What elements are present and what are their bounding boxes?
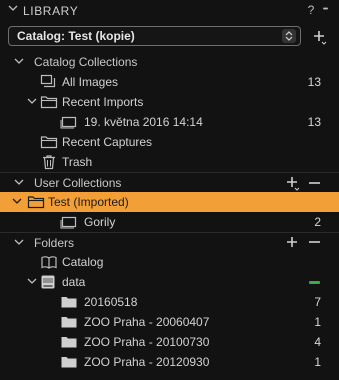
folder-label: data (62, 275, 86, 289)
drive-icon (41, 275, 55, 289)
collection-import-date[interactable]: 19. května 2016 14:14 13 (0, 112, 339, 132)
chevron-down-icon[interactable] (14, 177, 24, 187)
select-arrows-icon (282, 29, 296, 43)
chevron-down-icon[interactable] (27, 276, 37, 286)
collection-label: Recent Captures (62, 135, 153, 149)
folder-icon (61, 317, 77, 328)
chevron-down-icon[interactable] (8, 3, 18, 13)
folder-icon (61, 337, 77, 348)
album-icon (60, 116, 77, 129)
collection-label: Trash (62, 155, 93, 169)
folder-data[interactable]: data (0, 272, 339, 292)
remove-collection-button[interactable] (307, 175, 323, 191)
collection-recent-captures[interactable]: Recent Captures (0, 132, 339, 152)
folder-label: 20160518 (84, 295, 138, 309)
folders-actions (285, 235, 325, 251)
collection-label: 19. května 2016 14:14 (84, 115, 203, 129)
collection-label: Gorily (84, 215, 116, 229)
add-folder-button[interactable] (285, 235, 301, 251)
album-icon (60, 216, 77, 229)
collection-label: Recent Imports (62, 95, 144, 109)
section-folders[interactable]: Folders (0, 233, 339, 253)
add-catalog-button[interactable] (312, 27, 328, 45)
library-title: LIBRARY (23, 4, 79, 18)
collection-gorily[interactable]: Gorily 2 (0, 212, 339, 232)
image-count: 1 (314, 315, 321, 329)
folder-icon (61, 297, 77, 308)
collection-label: Test (Imported) (48, 195, 129, 209)
image-count: 2 (314, 215, 321, 229)
user-collections-actions (285, 175, 325, 191)
folder-20160518[interactable]: 20160518 7 (0, 292, 339, 312)
collection-trash[interactable]: Trash (0, 152, 339, 172)
folder-group-icon (40, 96, 58, 109)
image-count: 4 (314, 335, 321, 349)
folder-group-icon (40, 136, 58, 149)
chevron-down-icon[interactable] (14, 56, 24, 66)
section-user-collections[interactable]: User Collections (0, 173, 339, 193)
folder-icon (61, 357, 77, 368)
book-icon (41, 256, 57, 269)
image-count: 13 (307, 75, 321, 89)
folder-label: ZOO Praha - 20060407 (84, 315, 210, 329)
collection-all-images[interactable]: All Images 13 (0, 72, 339, 92)
online-status-indicator (309, 281, 320, 284)
section-title: Catalog Collections (34, 55, 138, 69)
folder-label: ZOO Praha - 20100730 (84, 335, 210, 349)
add-collection-button[interactable] (285, 175, 301, 191)
collection-test-imported[interactable]: Test (Imported) (0, 192, 339, 212)
section-title: User Collections (34, 176, 122, 190)
folder-zoo-praha-20120930[interactable]: ZOO Praha - 20120930 1 (0, 352, 339, 372)
folder-zoo-praha-20100730[interactable]: ZOO Praha - 20100730 4 (0, 332, 339, 352)
chevron-down-icon[interactable] (27, 96, 37, 106)
collection-recent-imports[interactable]: Recent Imports (0, 92, 339, 112)
catalog-select[interactable]: Catalog: Test (kopie) (8, 26, 301, 46)
stacked-images-icon (40, 74, 56, 88)
library-panel: LIBRARY ? ••• Catalog: Test (kopie) Cata… (0, 0, 339, 380)
chevron-down-icon[interactable] (14, 237, 24, 247)
folder-group-icon (27, 196, 45, 209)
help-button[interactable]: ? (304, 2, 318, 18)
remove-folder-button[interactable] (307, 235, 323, 251)
folder-catalog[interactable]: Catalog (0, 252, 339, 272)
folder-zoo-praha-20060407[interactable]: ZOO Praha - 20060407 1 (0, 312, 339, 332)
more-options-button[interactable]: ••• (318, 2, 332, 18)
section-catalog-collections[interactable]: Catalog Collections (0, 52, 339, 72)
image-count: 13 (307, 115, 321, 129)
library-header[interactable]: LIBRARY ? ••• (0, 0, 339, 22)
chevron-down-icon[interactable] (12, 196, 22, 206)
image-count: 7 (314, 295, 321, 309)
folder-label: ZOO Praha - 20120930 (84, 355, 210, 369)
section-title: Folders (34, 236, 75, 250)
image-count: 1 (314, 355, 321, 369)
trash-icon (43, 155, 55, 170)
catalog-select-value: Catalog: Test (kopie) (17, 29, 135, 43)
folder-label: Catalog (62, 255, 104, 269)
collection-label: All Images (62, 75, 119, 89)
